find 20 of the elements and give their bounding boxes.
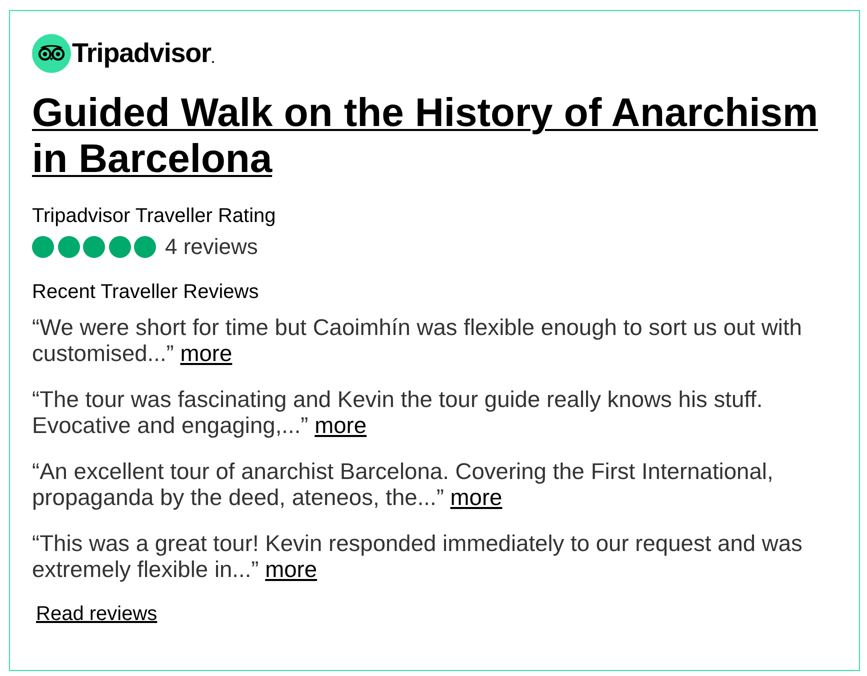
read-reviews-link[interactable]: Read reviews <box>36 602 158 626</box>
filled-bubble-icon <box>83 236 105 258</box>
logo-wordmark: Tripadvisor <box>72 40 211 67</box>
rating-label: Tripadvisor Traveller Rating <box>32 204 276 228</box>
more-link[interactable]: more <box>450 484 502 510</box>
review-quote: “We were short for time but Caoimhín was flexible enough to sort us out with customised...” more <box>32 314 803 366</box>
review-count: 4 reviews <box>165 234 258 260</box>
more-link[interactable]: more <box>265 556 318 582</box>
review-quote: “This was a great tour! Kevin responded immediately to our request and was extremely flexible in...” more <box>32 530 804 582</box>
filled-bubble-icon <box>134 236 156 258</box>
more-link[interactable]: more <box>180 340 232 366</box>
owl-logo-icon <box>32 34 71 73</box>
review-quote: “An excellent tour of anarchist Barcelona. Covering the First International, propaganda by the deed, ateneos, the...” more <box>32 458 774 510</box>
review-quote: “The tour was fascinating and Kevin the tour guide really knows his stuff. Evocative and engaging,...” more <box>32 386 764 438</box>
filled-bubble-icon <box>58 236 80 258</box>
recent-reviews-heading: Recent Traveller Reviews <box>32 280 259 304</box>
filled-bubble-icon <box>32 236 54 258</box>
more-link[interactable]: more <box>314 412 367 438</box>
tour-title-link[interactable]: Guided Walk on the History of Anarchism in Barcelona <box>32 90 829 182</box>
filled-bubble-icon <box>108 236 130 258</box>
